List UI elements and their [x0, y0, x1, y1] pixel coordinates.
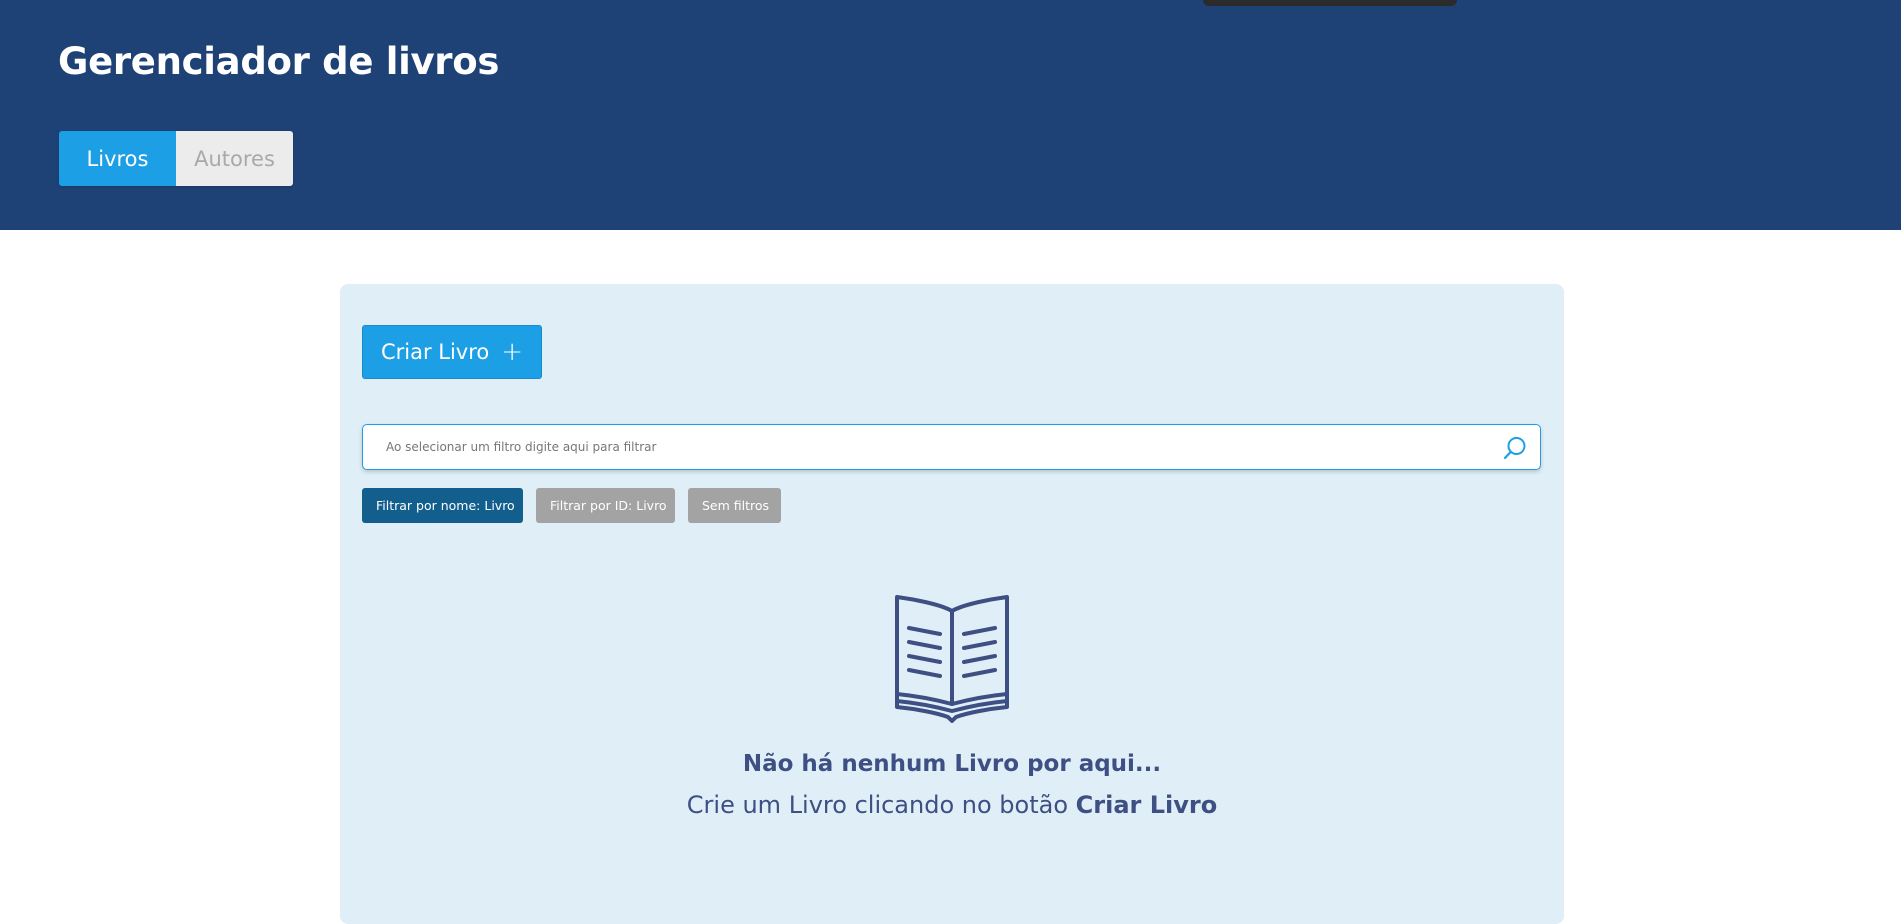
search-icon[interactable] — [1502, 435, 1528, 461]
no-filter-button[interactable]: Sem filtros — [688, 488, 781, 523]
filter-buttons: Filtrar por nome: Livro Filtrar por ID: … — [362, 488, 781, 523]
search-input[interactable] — [363, 425, 1493, 469]
empty-state-hint-emphasis: Criar Livro — [1075, 791, 1218, 819]
app-header: Gerenciador de livros Livros Autores — [0, 0, 1901, 230]
empty-state: Não há nenhum Livro por aqui... Crie um … — [340, 589, 1564, 819]
nav-tabs: Livros Autores — [59, 131, 293, 186]
books-panel: Criar Livro + Filtrar por nome: Livro Fi… — [340, 284, 1564, 924]
create-book-button[interactable]: Criar Livro + — [362, 325, 542, 379]
create-book-label: Criar Livro — [380, 340, 490, 364]
search-box — [362, 424, 1541, 470]
window-tab-strip — [1203, 0, 1457, 6]
empty-state-hint: Crie um Livro clicando no botão Criar Li… — [340, 791, 1564, 819]
plus-icon: + — [501, 337, 524, 367]
empty-state-hint-text: Crie um Livro clicando no botão — [686, 791, 1069, 819]
open-book-icon — [895, 595, 1009, 723]
tab-livros[interactable]: Livros — [59, 131, 176, 186]
filter-by-id-button[interactable]: Filtrar por ID: Livro — [536, 488, 675, 523]
tab-autores[interactable]: Autores — [176, 131, 293, 186]
page-title: Gerenciador de livros — [58, 40, 500, 83]
empty-state-title: Não há nenhum Livro por aqui... — [742, 751, 1162, 777]
filter-by-name-button[interactable]: Filtrar por nome: Livro — [362, 488, 523, 523]
